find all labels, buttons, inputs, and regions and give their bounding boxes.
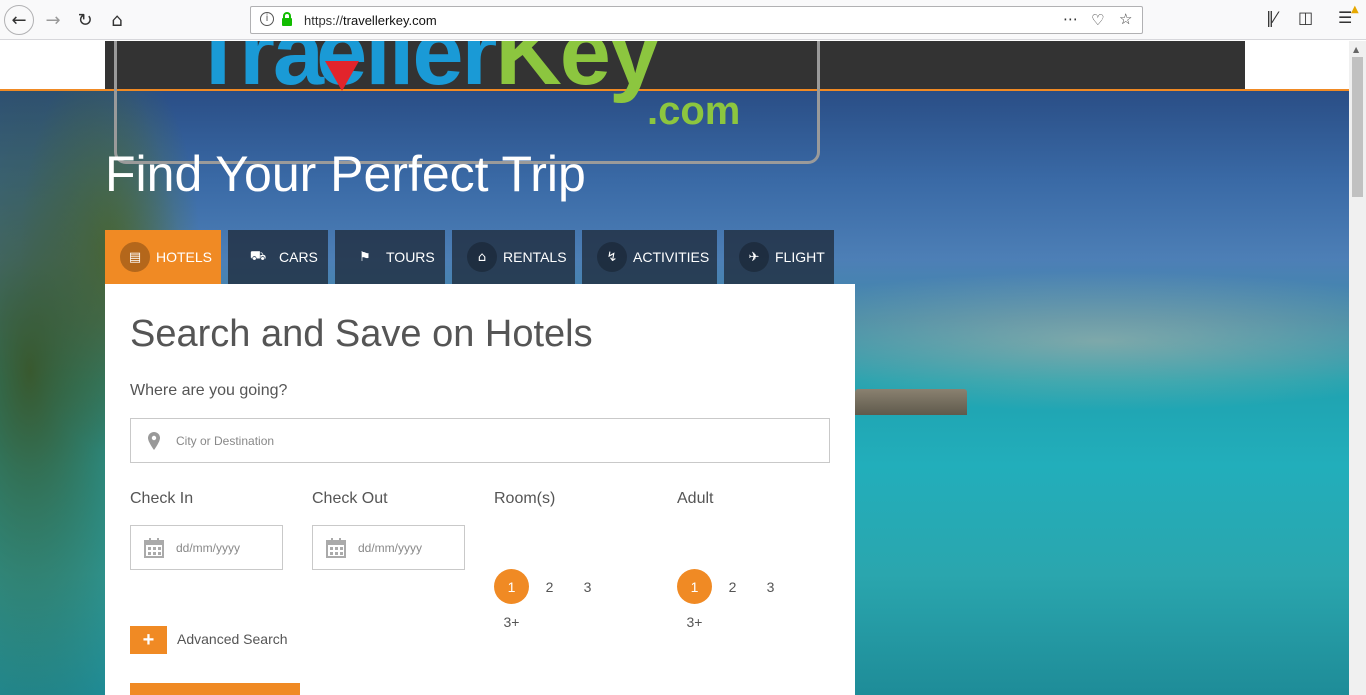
house-icon: ⌂ [467, 242, 497, 272]
advanced-search-toggle-button[interactable]: + [130, 626, 167, 654]
tab-activities[interactable]: ↯ ACTIVITIES [582, 230, 717, 284]
adult-option-2[interactable]: 2 [715, 569, 750, 604]
hotel-icon: ▤ [120, 242, 150, 272]
tab-tours[interactable]: ⚑ TOURS [335, 230, 445, 284]
tab-label: TOURS [386, 249, 435, 265]
rooms-option-3[interactable]: 3 [570, 569, 605, 604]
calendar-icon [326, 538, 346, 558]
calendar-icon [144, 538, 164, 558]
page-scrollbar[interactable]: ▲ [1349, 41, 1366, 695]
destination-input[interactable]: City or Destination [130, 418, 830, 463]
pocket-icon[interactable]: ♡ [1091, 11, 1104, 29]
where-label: Where are you going? [130, 382, 288, 399]
advanced-search-label[interactable]: Advanced Search [177, 631, 288, 647]
tab-cars[interactable]: ⛟ CARS [228, 230, 328, 284]
bookmark-star-icon[interactable]: ☆ [1119, 10, 1132, 28]
checkout-label: Check Out [312, 490, 388, 507]
warning-icon: ▲ [1351, 4, 1359, 15]
hero-title: Find Your Perfect Trip [105, 146, 586, 202]
rooms-option-3plus[interactable]: 3+ [494, 604, 529, 639]
checkin-date-input[interactable]: dd/mm/yyyy [130, 525, 283, 570]
adult-option-3[interactable]: 3 [753, 569, 788, 604]
car-icon: ⛟ [249, 248, 267, 264]
tab-label: CARS [279, 249, 318, 265]
rooms-option-2[interactable]: 2 [532, 569, 567, 604]
search-button[interactable] [130, 683, 300, 695]
page-viewport: TraellerKey .com Find Your Perfect Trip … [0, 41, 1349, 695]
home-icon[interactable]: ⌂ [102, 5, 132, 35]
bolt-icon: ↯ [597, 242, 627, 272]
library-icon[interactable]: ‖⁄ [1266, 8, 1277, 27]
lock-icon [282, 12, 292, 26]
destination-placeholder: City or Destination [176, 434, 275, 448]
checkout-placeholder: dd/mm/yyyy [358, 541, 423, 555]
logo-domain: .com [647, 89, 741, 133]
back-arrow-icon[interactable]: ← [4, 5, 34, 35]
hamburger-menu-icon[interactable] [1312, 59, 1330, 71]
browser-toolbar: ← → ↻ ⌂ i https://travellerkey.com ⋯ ♡ ☆… [0, 0, 1366, 40]
tab-flight[interactable]: ✈ FLIGHT [724, 230, 834, 284]
tab-hotels[interactable]: ▤ HOTELS [105, 230, 221, 284]
url-text: https://travellerkey.com [304, 13, 437, 28]
adult-label: Adult [677, 490, 714, 507]
map-pin-icon [148, 432, 160, 450]
tab-label: RENTALS [503, 249, 567, 265]
checkin-placeholder: dd/mm/yyyy [176, 541, 241, 555]
scroll-up-icon[interactable]: ▲ [1353, 45, 1359, 54]
reload-icon[interactable]: ↻ [70, 5, 100, 35]
search-title: Search and Save on Hotels [130, 313, 593, 355]
island-image [855, 389, 967, 415]
hotel-search-panel: Search and Save on Hotels Where are you … [105, 284, 855, 695]
more-actions-icon[interactable]: ⋯ [1063, 10, 1078, 28]
checkin-label: Check In [130, 490, 194, 507]
tab-label: FLIGHT [775, 249, 825, 265]
rooms-option-1[interactable]: 1 [494, 569, 529, 604]
sidebar-icon[interactable]: ◫ [1298, 8, 1313, 27]
plane-icon: ✈ [739, 242, 769, 272]
tab-label: HOTELS [156, 249, 213, 265]
scrollbar-thumb[interactable] [1352, 57, 1363, 197]
flag-icon: ⚑ [359, 249, 371, 265]
site-logo[interactable]: TraellerKey [190, 41, 660, 106]
checkout-date-input[interactable]: dd/mm/yyyy [312, 525, 465, 570]
info-icon[interactable]: i [260, 12, 274, 26]
tab-label: ACTIVITIES [633, 249, 710, 265]
location-pin-logo-icon [325, 61, 359, 91]
address-bar[interactable]: i https://travellerkey.com ⋯ ♡ ☆ [250, 6, 1143, 34]
forward-arrow-icon[interactable]: → [38, 5, 68, 35]
adult-option-3plus[interactable]: 3+ [677, 604, 712, 639]
rooms-label: Room(s) [494, 490, 556, 507]
tab-rentals[interactable]: ⌂ RENTALS [452, 230, 575, 284]
adult-option-1[interactable]: 1 [677, 569, 712, 604]
